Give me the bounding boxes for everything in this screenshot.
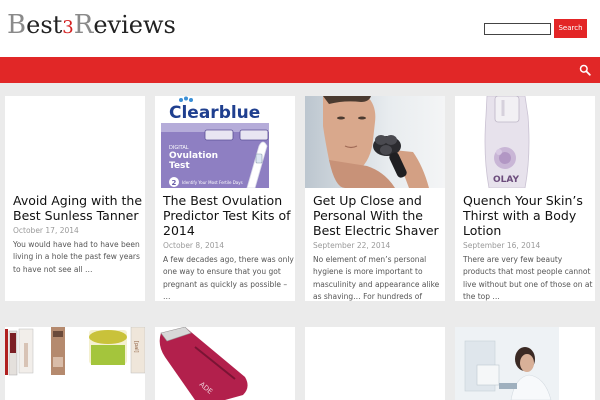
clearblue-product-image: Clearblue DIGITAL Ovulation Test 2 Ident… <box>155 96 295 188</box>
post-thumbnail[interactable]: OLAY <box>455 96 595 188</box>
svg-text:[pal]: [pal] <box>133 341 139 353</box>
svg-text:Identify Your Most Fertile Day: Identify Your Most Fertile Days <box>182 180 243 185</box>
logo-text-eviews: eviews <box>93 11 176 39</box>
header-search-button[interactable]: Search <box>554 19 587 38</box>
logo-letter-b: B <box>7 10 27 40</box>
post-card[interactable]: ADE <box>155 327 295 400</box>
post-card[interactable]: Avoid Aging with the Best Sunless Tanner… <box>5 96 145 301</box>
site-header: Best3Reviews Search <box>0 0 600 57</box>
logo-three: 3 <box>62 17 74 38</box>
post-thumbnail[interactable]: Clearblue DIGITAL Ovulation Test 2 Ident… <box>155 96 295 188</box>
post-thumbnail[interactable] <box>455 327 595 400</box>
beauty-products-image: [pal] <box>5 327 145 400</box>
post-card[interactable] <box>305 327 445 400</box>
post-date: October 17, 2014 <box>13 226 79 235</box>
post-thumbnail[interactable]: ADE <box>155 327 295 400</box>
post-title[interactable]: The Best Ovulation Predictor Test Kits o… <box>163 193 295 238</box>
main-nav-bar <box>0 57 600 83</box>
svg-text:2: 2 <box>172 179 177 187</box>
header-search-input[interactable] <box>484 23 551 35</box>
post-excerpt: There are very few beauty products that … <box>463 255 593 301</box>
svg-text:Ovulation: Ovulation <box>169 151 218 161</box>
post-thumbnail[interactable]: [pal] <box>5 327 145 400</box>
olay-lotion-image: OLAY <box>455 96 595 188</box>
post-thumbnail[interactable] <box>5 96 145 188</box>
post-excerpt: A few decades ago, there was only one wa… <box>163 255 294 301</box>
post-date: September 22, 2014 <box>313 241 391 250</box>
post-card[interactable]: Clearblue DIGITAL Ovulation Test 2 Ident… <box>155 96 295 301</box>
svg-text:OLAY: OLAY <box>493 175 519 185</box>
post-card[interactable]: OLAY Quench Your Skin’s Thirst with a Bo… <box>455 96 595 301</box>
hair-clipper-image: ADE <box>155 327 295 400</box>
site-logo[interactable]: Best3Reviews <box>7 10 176 40</box>
logo-text-est: est <box>26 11 63 39</box>
post-thumbnail[interactable] <box>305 327 445 400</box>
post-date: October 8, 2014 <box>163 241 225 250</box>
nav-search-button[interactable] <box>570 57 600 83</box>
logo-letter-r: R <box>73 10 94 40</box>
post-title[interactable]: Avoid Aging with the Best Sunless Tanner <box>13 193 145 223</box>
post-card[interactable] <box>455 327 595 400</box>
post-card[interactable]: Get Up Close and Personal With the Best … <box>305 96 445 301</box>
man-shaving-image <box>305 96 445 188</box>
post-thumbnail[interactable] <box>305 96 445 188</box>
woman-lab-image <box>455 327 595 400</box>
post-excerpt: No element of men’s personal hygiene is … <box>313 255 440 301</box>
post-date: September 16, 2014 <box>463 241 541 250</box>
svg-text:Clearblue: Clearblue <box>169 103 260 123</box>
search-icon <box>579 64 591 76</box>
post-excerpt: You would have had to have been living i… <box>13 240 140 274</box>
post-card[interactable]: [pal] <box>5 327 145 400</box>
post-title[interactable]: Quench Your Skin’s Thirst with a Body Lo… <box>463 193 595 238</box>
post-title[interactable]: Get Up Close and Personal With the Best … <box>313 193 445 238</box>
nav-spacer <box>0 83 600 96</box>
svg-text:Test: Test <box>169 161 190 171</box>
